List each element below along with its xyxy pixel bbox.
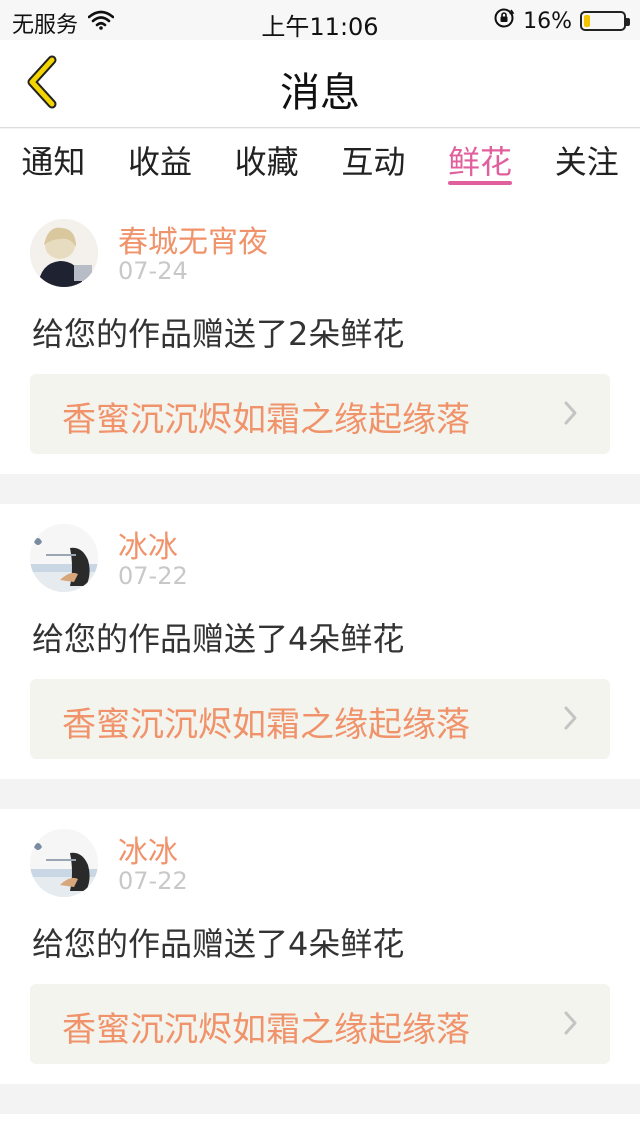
status-bar: 无服务 上午11:06 16% (0, 0, 640, 41)
tab-bar: 通知 收益 收藏 互动 鲜花 关注 (0, 129, 640, 199)
tab-label: 关注 (554, 143, 619, 181)
message-card: 冰冰 07-22 给您的作品赠送了4朵鲜花 香蜜沉沉烬如霜之缘起缘落 (0, 504, 640, 779)
work-link[interactable]: 香蜜沉沉烬如霜之缘起缘落 (30, 374, 610, 454)
avatar[interactable] (30, 219, 98, 287)
avatar[interactable] (30, 829, 98, 897)
message-date: 07-22 (118, 562, 188, 590)
tab-notice[interactable]: 通知 (0, 129, 107, 199)
tab-follows[interactable]: 关注 (533, 129, 640, 199)
tab-label: 互动 (341, 143, 406, 181)
work-link[interactable]: 香蜜沉沉烬如霜之缘起缘落 (30, 984, 610, 1064)
tab-label: 通知 (21, 143, 86, 181)
active-tab-indicator (448, 181, 513, 185)
message-card-partial (0, 1114, 640, 1136)
tab-flowers[interactable]: 鲜花 (427, 129, 534, 199)
messages-screen: 无服务 上午11:06 16% 消息 通知 收益 收藏 互动 鲜花 关注 春城无… (0, 0, 640, 1136)
battery-icon (580, 11, 630, 31)
work-link[interactable]: 香蜜沉沉烬如霜之缘起缘落 (30, 679, 610, 759)
page-title: 消息 (280, 70, 360, 116)
sender-name[interactable]: 春城无宵夜 (118, 217, 268, 261)
orientation-lock-icon (493, 7, 515, 35)
message-date: 07-22 (118, 867, 188, 895)
message-text: 给您的作品赠送了4朵鲜花 (32, 925, 405, 963)
tab-earnings[interactable]: 收益 (107, 129, 214, 199)
tab-label: 收益 (128, 143, 193, 181)
sender-name[interactable]: 冰冰 (118, 522, 178, 566)
chevron-right-icon (562, 398, 580, 432)
message-text: 给您的作品赠送了4朵鲜花 (32, 620, 405, 658)
sender-name[interactable]: 冰冰 (118, 827, 178, 871)
work-title: 香蜜沉沉烬如霜之缘起缘落 (62, 1010, 470, 1050)
tab-interactions[interactable]: 互动 (320, 129, 427, 199)
battery-fill (584, 15, 590, 27)
message-text: 给您的作品赠送了2朵鲜花 (32, 315, 405, 353)
avatar[interactable] (30, 524, 98, 592)
tab-label: 鲜花 (448, 143, 513, 181)
work-title: 香蜜沉沉烬如霜之缘起缘落 (62, 705, 470, 745)
tab-favorites[interactable]: 收藏 (213, 129, 320, 199)
message-date: 07-24 (118, 257, 188, 285)
message-list: 春城无宵夜 07-24 给您的作品赠送了2朵鲜花 香蜜沉沉烬如霜之缘起缘落 冰冰… (0, 199, 640, 1136)
work-title: 香蜜沉沉烬如霜之缘起缘落 (62, 400, 470, 440)
battery-percent: 16% (523, 8, 572, 34)
message-card: 冰冰 07-22 给您的作品赠送了4朵鲜花 香蜜沉沉烬如霜之缘起缘落 (0, 809, 640, 1084)
chevron-right-icon (562, 703, 580, 737)
navigation-bar: 消息 (0, 40, 640, 128)
message-card: 春城无宵夜 07-24 给您的作品赠送了2朵鲜花 香蜜沉沉烬如霜之缘起缘落 (0, 199, 640, 474)
tab-label: 收藏 (234, 143, 299, 181)
chevron-right-icon (562, 1008, 580, 1042)
